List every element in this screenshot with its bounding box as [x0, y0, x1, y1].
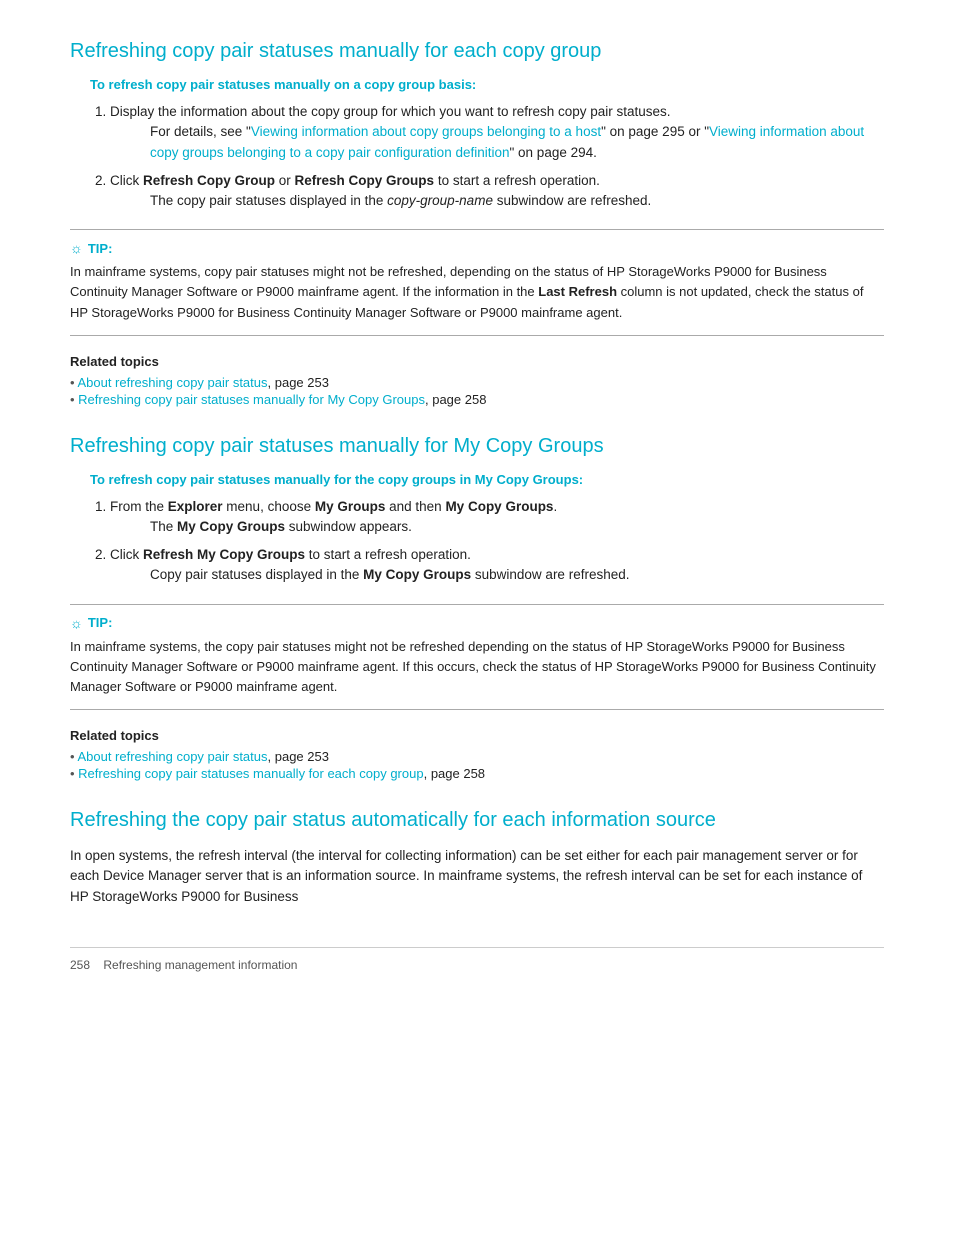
- page-footer: 258 Refreshing management information: [70, 947, 884, 972]
- section2-step2: Click Refresh My Copy Groups to start a …: [110, 545, 884, 586]
- section1-related-item1: About refreshing copy pair status, page …: [70, 375, 884, 390]
- section1-tip-text: In mainframe systems, copy pair statuses…: [70, 262, 884, 322]
- section1-title: Refreshing copy pair statuses manually f…: [70, 40, 884, 63]
- footer-text: Refreshing management information: [103, 958, 297, 972]
- section1-step1: Display the information about the copy g…: [110, 102, 884, 163]
- section2-step1-detail: The My Copy Groups subwindow appears.: [150, 517, 884, 537]
- section2-title: Refreshing copy pair statuses manually f…: [70, 435, 884, 458]
- section3-title: Refreshing the copy pair status automati…: [70, 809, 884, 832]
- section1-tip-box: ☼ TIP: In mainframe systems, copy pair s…: [70, 229, 884, 335]
- link-refresh-each-copy-group[interactable]: Refreshing copy pair statuses manually f…: [78, 766, 423, 781]
- link-viewing-host[interactable]: Viewing information about copy groups be…: [251, 124, 601, 139]
- link-refresh-my-copy-groups[interactable]: Refreshing copy pair statuses manually f…: [78, 392, 425, 407]
- section1-step2-detail: The copy pair statuses displayed in the …: [150, 191, 884, 211]
- section2-tip-label: ☼ TIP:: [70, 615, 884, 631]
- page-number: 258: [70, 958, 90, 972]
- link-about-refresh-status-2[interactable]: About refreshing copy pair status: [77, 749, 267, 764]
- section2-tip-box: ☼ TIP: In mainframe systems, the copy pa…: [70, 604, 884, 710]
- section1-step2-text: Click Refresh Copy Group or Refresh Copy…: [110, 173, 600, 188]
- section1-step2: Click Refresh Copy Group or Refresh Copy…: [110, 171, 884, 212]
- section2-tip-text: In mainframe systems, the copy pair stat…: [70, 637, 884, 697]
- section1-steps: Display the information about the copy g…: [110, 102, 884, 211]
- section1-step1-detail: For details, see "Viewing information ab…: [150, 122, 884, 163]
- section1-related-topics-title: Related topics: [70, 354, 884, 369]
- section2-related-topics-title: Related topics: [70, 728, 884, 743]
- section1-related-item2: Refreshing copy pair statuses manually f…: [70, 392, 884, 407]
- section1-procedure-title: To refresh copy pair statuses manually o…: [90, 77, 884, 92]
- section2-procedure-title: To refresh copy pair statuses manually f…: [90, 472, 884, 487]
- tip-sun-icon-2: ☼: [70, 615, 83, 631]
- section2-related-item2: Refreshing copy pair statuses manually f…: [70, 766, 884, 781]
- section1-tip-label: ☼ TIP:: [70, 240, 884, 256]
- tip-sun-icon: ☼: [70, 240, 83, 256]
- section2-step1-text: From the Explorer menu, choose My Groups…: [110, 499, 557, 514]
- section2-steps: From the Explorer menu, choose My Groups…: [110, 497, 884, 586]
- section2-step2-detail: Copy pair statuses displayed in the My C…: [150, 565, 884, 585]
- section2-step2-text: Click Refresh My Copy Groups to start a …: [110, 547, 471, 562]
- section2-related-item1: About refreshing copy pair status, page …: [70, 749, 884, 764]
- section2-step1: From the Explorer menu, choose My Groups…: [110, 497, 884, 538]
- section2-related-list: About refreshing copy pair status, page …: [70, 749, 884, 781]
- section3-body: In open systems, the refresh interval (t…: [70, 846, 884, 907]
- section1-related-list: About refreshing copy pair status, page …: [70, 375, 884, 407]
- section1-step1-text: Display the information about the copy g…: [110, 104, 671, 119]
- link-about-refresh-status-1[interactable]: About refreshing copy pair status: [77, 375, 267, 390]
